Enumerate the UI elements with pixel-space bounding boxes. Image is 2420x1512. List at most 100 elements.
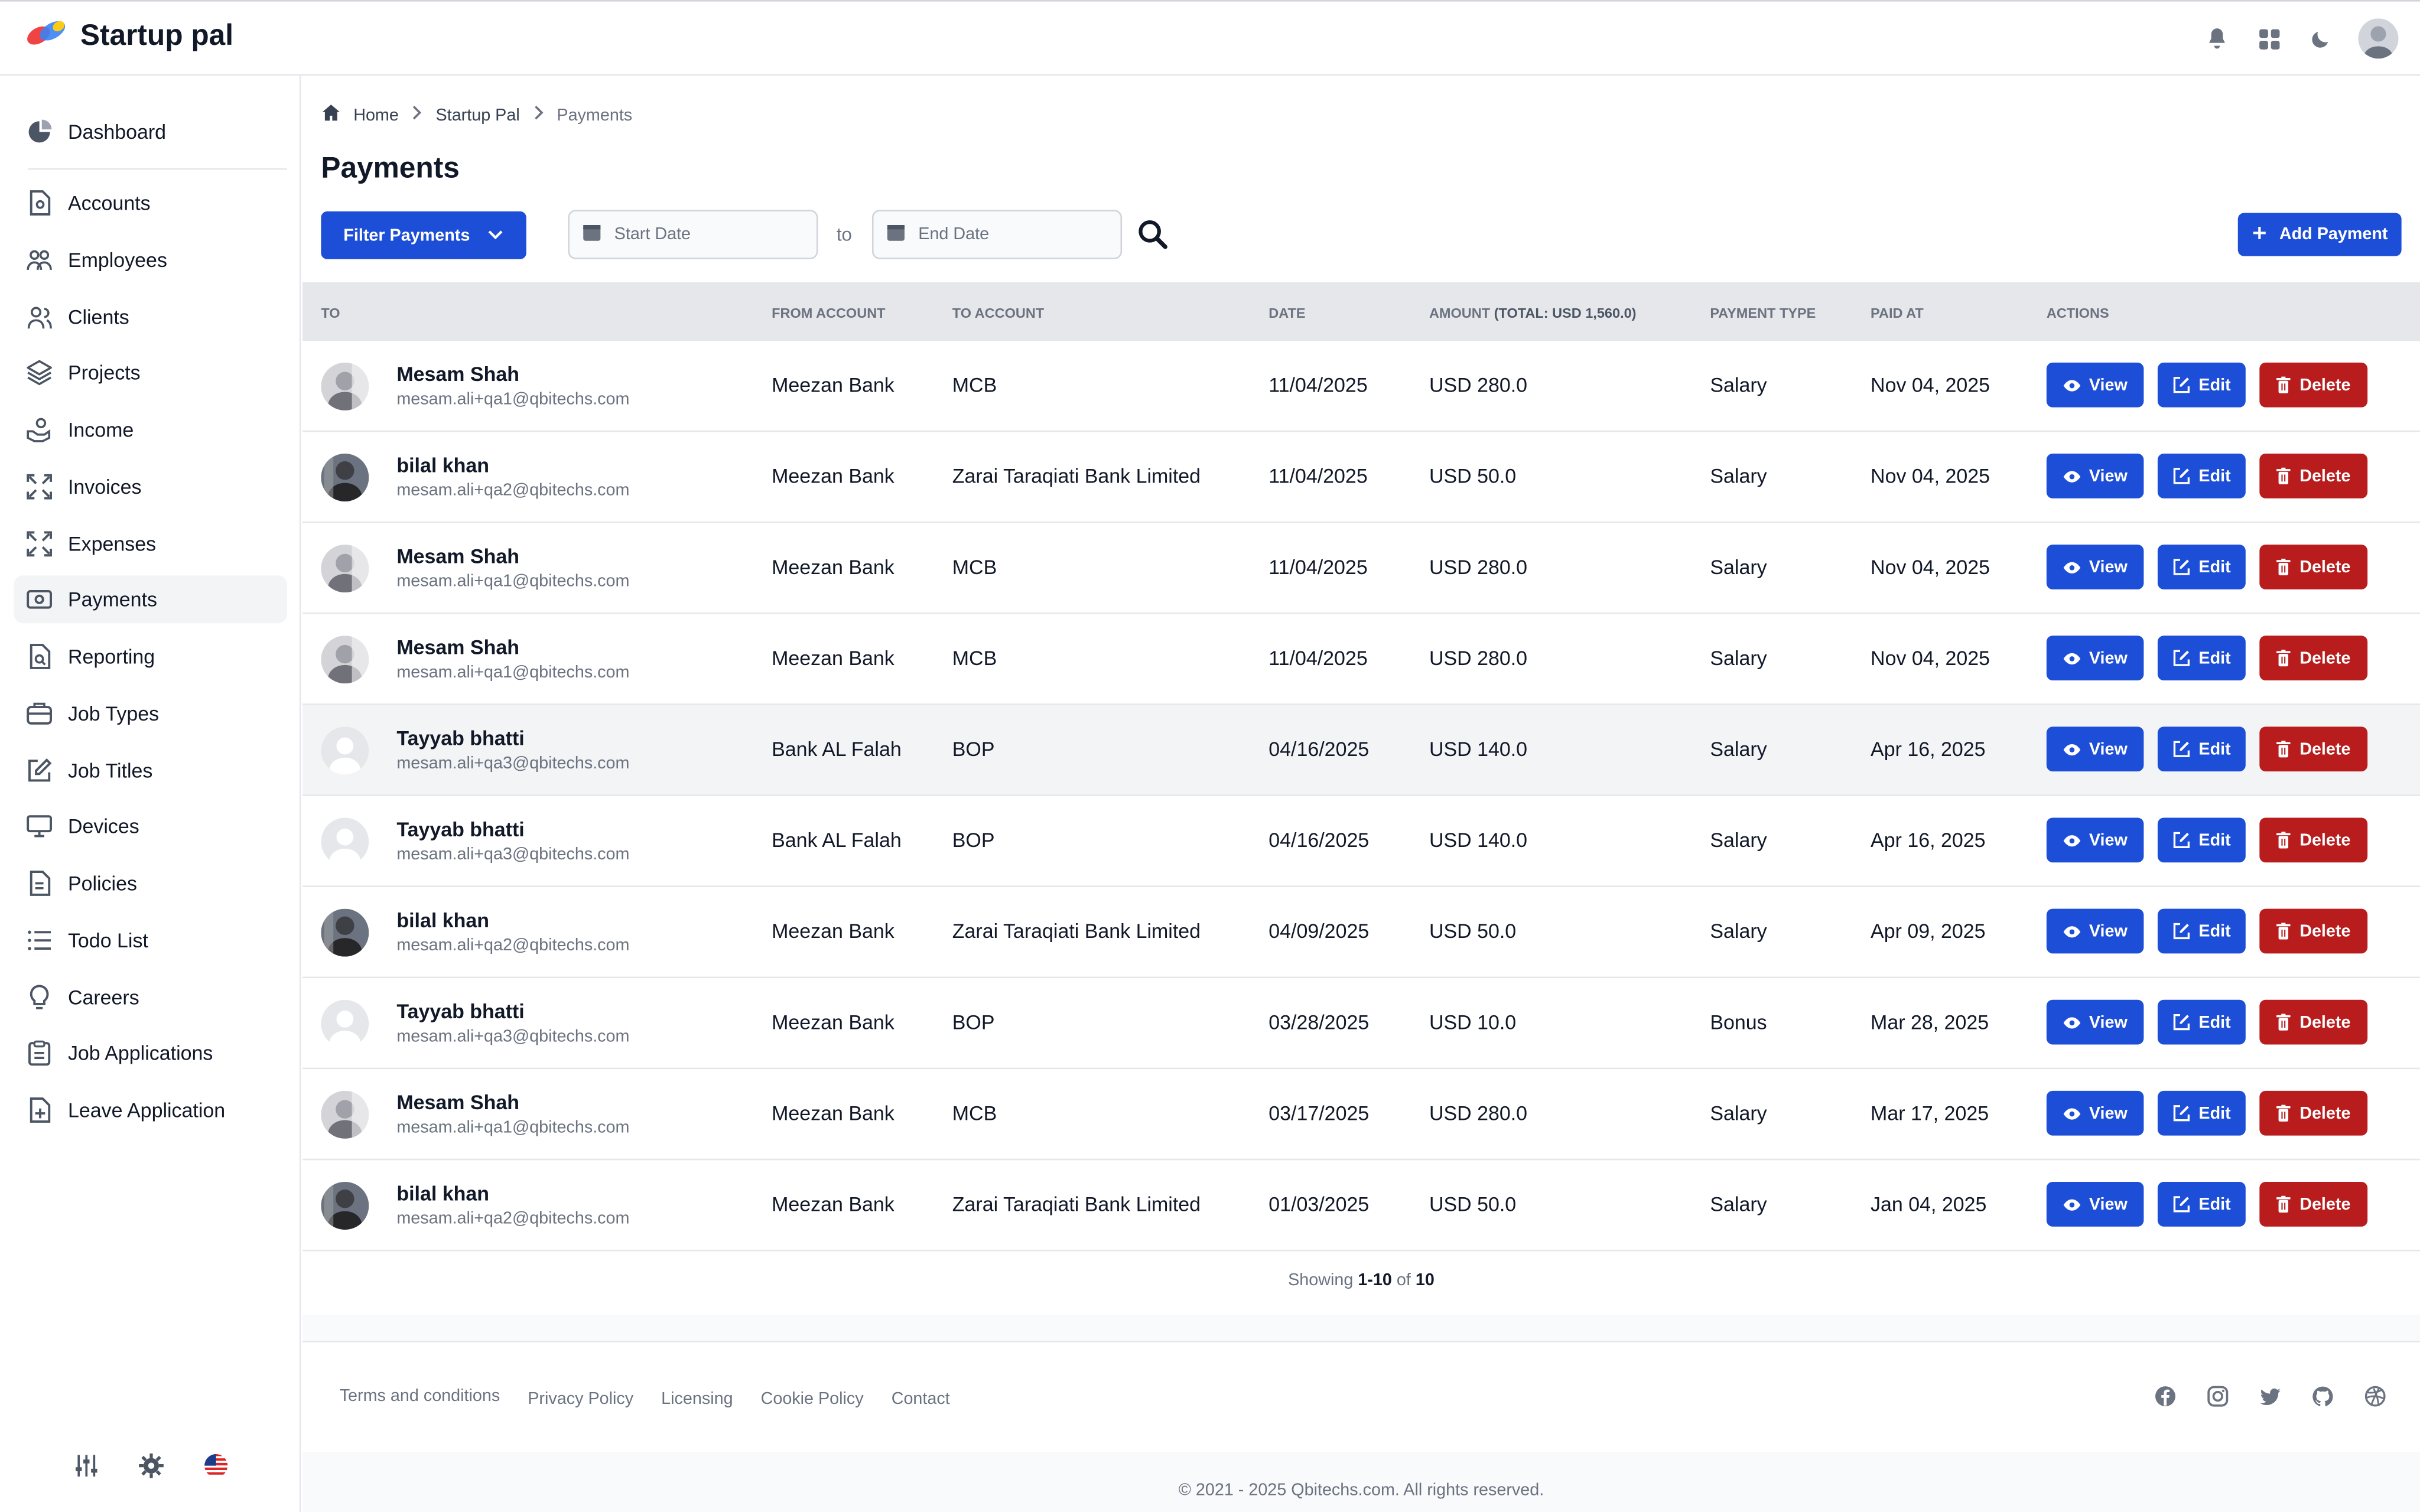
add-payment-button[interactable]: Add Payment: [2237, 213, 2402, 256]
sidebar-item-policies[interactable]: Policies: [14, 859, 287, 907]
sliders-icon[interactable]: [74, 1454, 99, 1486]
edit-button[interactable]: Edit: [2157, 817, 2246, 863]
payee-name[interactable]: Mesam Shah: [396, 363, 519, 386]
view-button[interactable]: View: [2046, 545, 2144, 589]
edit-button[interactable]: Edit: [2157, 999, 2246, 1045]
table-row[interactable]: Tayyab bhatti mesam.ali+qa3@qbitechs.com B…: [302, 796, 2420, 888]
dribbble-icon[interactable]: [2364, 1386, 2386, 1415]
payment-type: Salary: [1710, 373, 1767, 397]
sidebar-item-dashboard[interactable]: Dashboard: [14, 108, 287, 156]
edit-button[interactable]: Edit: [2157, 1090, 2246, 1136]
sidebar-item-projects[interactable]: Projects: [14, 348, 287, 396]
footer-link-privacy-policy[interactable]: Privacy Policy: [528, 1390, 633, 1409]
filter-payments-button[interactable]: Filter Payments: [321, 211, 526, 259]
table-row[interactable]: Tayyab bhatti mesam.ali+qa3@qbitechs.com B…: [302, 705, 2420, 796]
github-icon[interactable]: [2312, 1386, 2334, 1415]
payee-name[interactable]: bilal khan: [396, 909, 489, 932]
view-button[interactable]: View: [2046, 726, 2144, 772]
delete-button[interactable]: Delete: [2259, 999, 2368, 1045]
twitter-icon[interactable]: [2259, 1386, 2281, 1415]
payee-name[interactable]: Mesam Shah: [396, 1091, 519, 1114]
sidebar-item-job-types[interactable]: Job Types: [14, 690, 287, 738]
sidebar-item-todo-list[interactable]: Todo List: [14, 917, 287, 964]
table-row[interactable]: bilal khan mesam.ali+qa2@qbitechs.com Meez…: [302, 432, 2420, 523]
start-date-input[interactable]: Start Date: [568, 210, 818, 259]
view-button[interactable]: View: [2046, 817, 2144, 863]
edit-button[interactable]: Edit: [2157, 362, 2246, 408]
sidebar-item-clients[interactable]: Clients: [14, 293, 287, 341]
table-row[interactable]: Mesam Shah mesam.ali+qa1@qbitechs.com Meez…: [302, 1069, 2420, 1161]
sidebar-item-reporting[interactable]: Reporting: [14, 633, 287, 680]
edit-button[interactable]: Edit: [2157, 545, 2246, 589]
sidebar-item-leave-application[interactable]: Leave Application: [14, 1086, 287, 1134]
delete-button[interactable]: Delete: [2259, 1090, 2368, 1136]
sidebar-item-income[interactable]: Income: [14, 406, 287, 454]
sidebar-item-careers[interactable]: Careers: [14, 973, 287, 1021]
us-flag-icon[interactable]: [204, 1454, 229, 1486]
footer-link-contact[interactable]: Contact: [892, 1390, 950, 1409]
payee-name[interactable]: Tayyab bhatti: [396, 726, 524, 750]
payee-name[interactable]: bilal khan: [396, 1182, 489, 1205]
view-button[interactable]: View: [2046, 362, 2144, 408]
edit-button[interactable]: Edit: [2157, 636, 2246, 681]
sidebar-item-job-applications[interactable]: Job Applications: [14, 1029, 287, 1077]
view-button[interactable]: View: [2046, 999, 2144, 1045]
bell-icon[interactable]: [2201, 23, 2232, 54]
home-icon[interactable]: [321, 103, 341, 126]
footer-link-cookie-policy[interactable]: Cookie Policy: [761, 1390, 864, 1409]
footer-link-terms-and-conditions[interactable]: Terms and conditions: [340, 1387, 500, 1409]
end-date-input[interactable]: End Date: [871, 210, 1123, 259]
table-row[interactable]: Mesam Shah mesam.ali+qa1@qbitechs.com Meez…: [302, 341, 2420, 432]
apps-grid-icon[interactable]: [2253, 23, 2284, 54]
edit-button[interactable]: Edit: [2157, 726, 2246, 772]
breadcrumb-section[interactable]: Startup Pal: [436, 106, 520, 124]
table-row[interactable]: bilal khan mesam.ali+qa2@qbitechs.com Meez…: [302, 887, 2420, 979]
breadcrumb-home[interactable]: Home: [353, 106, 399, 124]
delete-button[interactable]: Delete: [2259, 636, 2368, 681]
instagram-icon[interactable]: [2207, 1386, 2229, 1415]
sidebar-item-employees[interactable]: Employees: [14, 236, 287, 284]
table-row[interactable]: Mesam Shah mesam.ali+qa1@qbitechs.com Meez…: [302, 523, 2420, 614]
view-button[interactable]: View: [2046, 1090, 2144, 1136]
payee-name[interactable]: Tayyab bhatti: [396, 817, 524, 840]
pagination-prefix: Showing: [1288, 1271, 1354, 1290]
edit-button[interactable]: Edit: [2157, 1181, 2246, 1227]
payee-name[interactable]: Mesam Shah: [396, 636, 519, 659]
sidebar-item-job-titles[interactable]: Job Titles: [14, 747, 287, 794]
sidebar-item-devices[interactable]: Devices: [14, 802, 287, 850]
view-button[interactable]: View: [2046, 908, 2144, 954]
payee-name[interactable]: Mesam Shah: [396, 545, 519, 568]
edit-button[interactable]: Edit: [2157, 454, 2246, 498]
sidebar-item-invoices[interactable]: Invoices: [14, 463, 287, 511]
edit-label: Edit: [2198, 1104, 2231, 1123]
delete-button[interactable]: Delete: [2259, 362, 2368, 408]
moon-icon[interactable]: [2306, 23, 2337, 54]
edit-button[interactable]: Edit: [2157, 908, 2246, 954]
table-row[interactable]: Tayyab bhatti mesam.ali+qa3@qbitechs.com M…: [302, 978, 2420, 1070]
delete-button[interactable]: Delete: [2259, 817, 2368, 863]
brand[interactable]: Startup pal: [25, 17, 233, 56]
payee-name[interactable]: Tayyab bhatti: [396, 1000, 524, 1023]
payee-name[interactable]: bilal khan: [396, 454, 489, 477]
user-avatar[interactable]: [2358, 18, 2399, 59]
search-icon[interactable]: [1136, 217, 1170, 251]
view-button[interactable]: View: [2046, 636, 2144, 681]
table-row[interactable]: bilal khan mesam.ali+qa2@qbitechs.com Meez…: [302, 1160, 2420, 1252]
facebook-icon[interactable]: [2155, 1386, 2177, 1415]
col-actions: ACTIONS: [2046, 305, 2109, 321]
footer-link-licensing[interactable]: Licensing: [661, 1390, 733, 1409]
delete-button[interactable]: Delete: [2259, 1181, 2368, 1227]
view-button[interactable]: View: [2046, 454, 2144, 498]
table-row[interactable]: Mesam Shah mesam.ali+qa1@qbitechs.com Meez…: [302, 614, 2420, 705]
edit-icon: [2172, 1104, 2190, 1122]
gear-icon[interactable]: [139, 1453, 164, 1486]
sidebar-item-payments[interactable]: Payments: [14, 575, 287, 624]
delete-button[interactable]: Delete: [2259, 545, 2368, 589]
delete-button[interactable]: Delete: [2259, 908, 2368, 954]
payee-email: mesam.ali+qa1@qbitechs.com: [396, 663, 630, 682]
sidebar-item-accounts[interactable]: Accounts: [14, 179, 287, 227]
view-button[interactable]: View: [2046, 1181, 2144, 1227]
delete-button[interactable]: Delete: [2259, 726, 2368, 772]
delete-button[interactable]: Delete: [2259, 454, 2368, 498]
sidebar-item-expenses[interactable]: Expenses: [14, 520, 287, 568]
